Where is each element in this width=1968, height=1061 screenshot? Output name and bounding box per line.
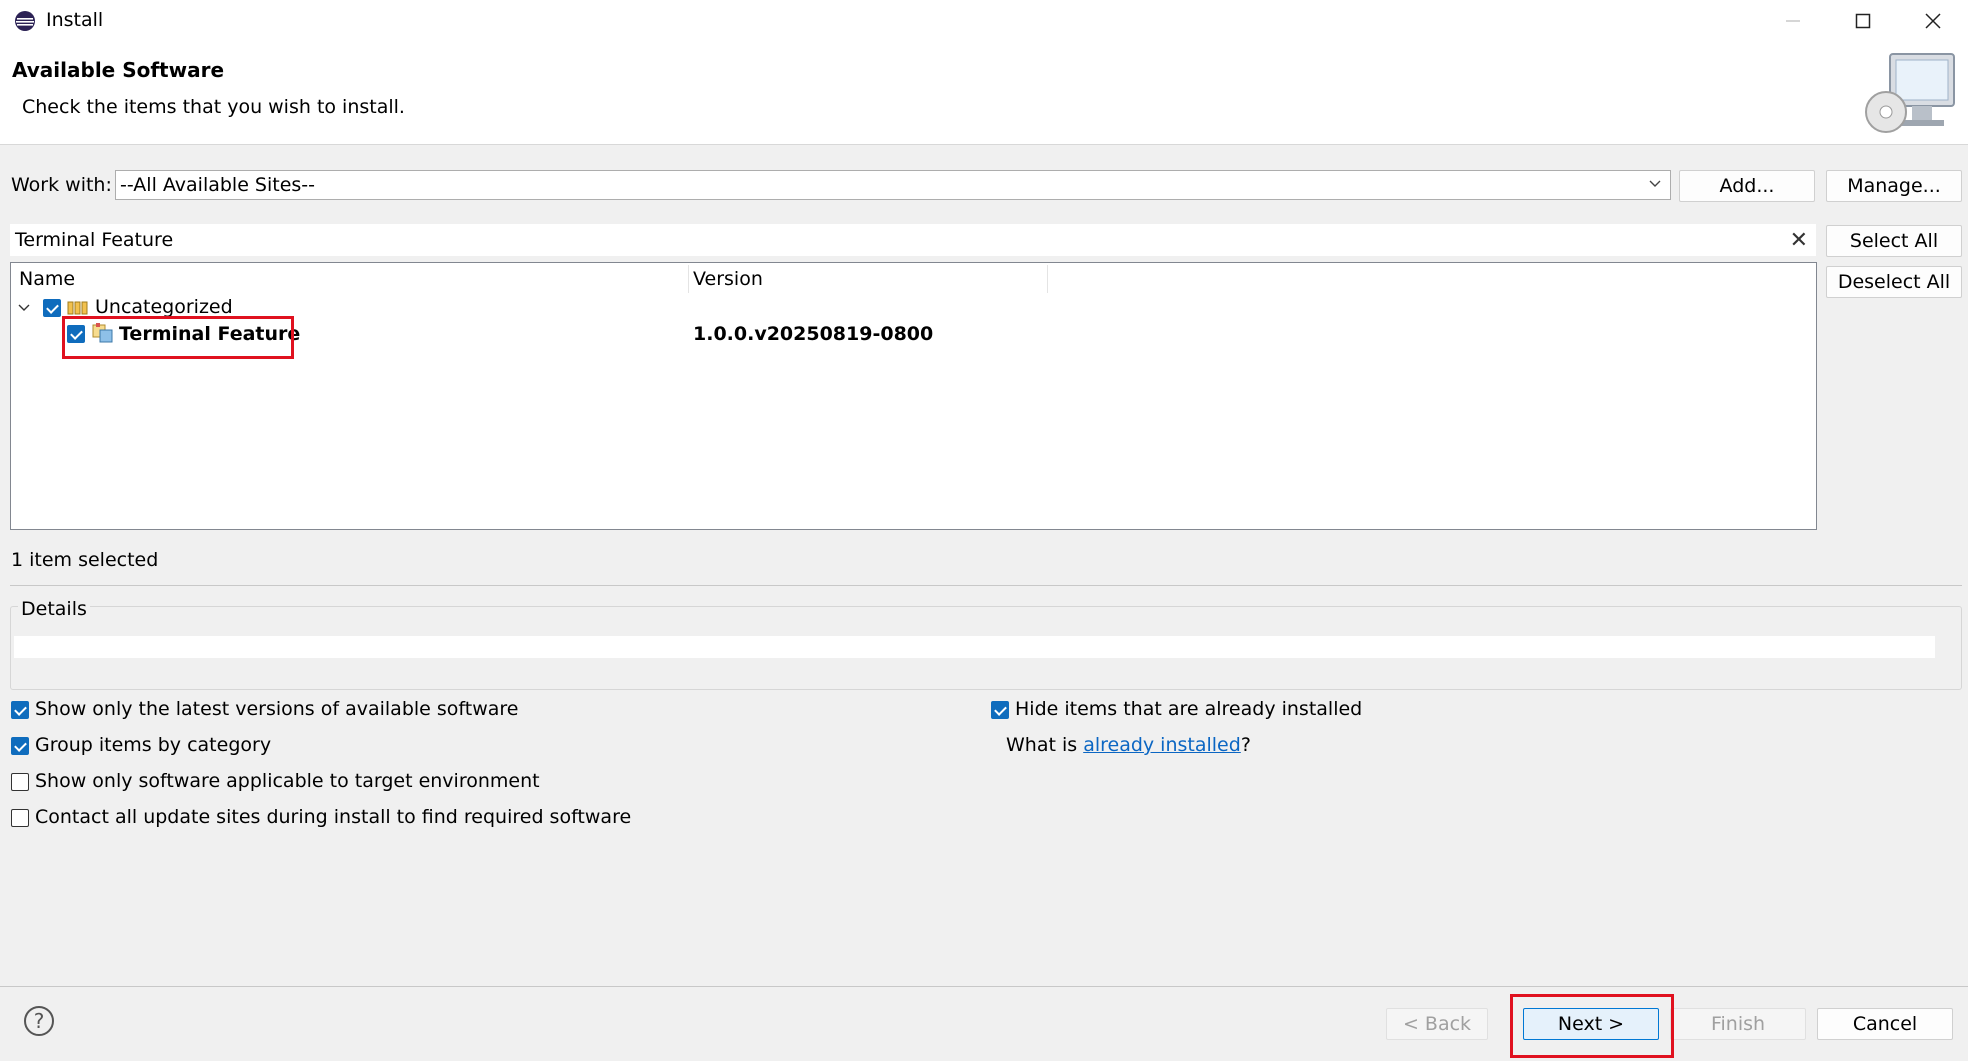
close-button[interactable] [1898,0,1968,42]
finish-button[interactable]: Finish [1670,1008,1806,1040]
what-is-suffix: ? [1240,734,1251,756]
column-header-version[interactable]: Version [693,268,763,290]
help-icon[interactable]: ? [24,1006,54,1036]
details-text-area[interactable] [14,636,1935,658]
page-title: Available Software [12,58,225,82]
selection-status: 1 item selected [11,549,159,571]
checkbox-target-environment[interactable] [11,773,29,791]
maximize-button[interactable] [1828,0,1898,42]
what-is-installed-text: What is already installed? [1006,734,1251,756]
work-with-combo[interactable]: --All Available Sites-- [115,170,1671,200]
maximize-icon [1855,13,1871,29]
column-divider[interactable] [688,265,689,293]
window-title: Install [46,9,104,31]
close-icon [1925,13,1941,29]
work-with-label: Work with: [11,174,112,196]
column-divider[interactable] [1047,265,1048,293]
contact-sites-label[interactable]: Contact all update sites during install … [35,806,631,828]
what-is-prefix: What is [1006,734,1084,756]
category-icon [67,301,88,315]
eclipse-icon [15,11,35,31]
install-computer-icon [1865,53,1955,133]
latest-versions-label[interactable]: Show only the latest versions of availab… [35,698,518,720]
chevron-down-icon[interactable] [17,301,31,315]
details-label: Details [18,598,90,620]
column-header-name[interactable]: Name [19,268,75,290]
tree-row-version: 1.0.0.v20250819-0800 [693,323,934,345]
minimize-icon [1786,20,1800,22]
minimize-button[interactable] [1758,0,1828,42]
deselect-all-button[interactable]: Deselect All [1826,266,1962,298]
select-all-button[interactable]: Select All [1826,225,1962,257]
filter-text: Terminal Feature [15,229,174,251]
work-with-value: --All Available Sites-- [120,174,316,196]
target-environment-label[interactable]: Show only software applicable to target … [35,770,540,792]
manage-button[interactable]: Manage... [1826,170,1962,202]
already-installed-link[interactable]: already installed [1083,734,1241,756]
chevron-down-icon[interactable] [1648,177,1662,191]
checkbox-latest-versions[interactable] [11,701,29,719]
hide-installed-label[interactable]: Hide items that are already installed [1015,698,1362,720]
highlight-box [1510,994,1674,1058]
checkbox-uncategorized[interactable] [43,299,61,317]
separator [10,585,1962,586]
tree-row-label[interactable]: Uncategorized [95,296,233,318]
back-button[interactable]: < Back [1386,1008,1488,1040]
highlight-box [62,316,294,359]
software-tree[interactable]: Name Version Uncategorized Terminal Feat… [10,262,1817,530]
wizard-header [0,42,1968,145]
clear-icon[interactable]: ✕ [1790,228,1808,253]
title-bar [0,0,1968,42]
checkbox-contact-sites[interactable] [11,809,29,827]
add-button[interactable]: Add... [1679,170,1815,202]
cancel-button[interactable]: Cancel [1817,1008,1953,1040]
checkbox-group-by-category[interactable] [11,737,29,755]
filter-input[interactable]: Terminal Feature ✕ [10,224,1816,256]
page-description: Check the items that you wish to install… [22,96,405,118]
checkbox-hide-installed[interactable] [991,701,1009,719]
group-by-category-label[interactable]: Group items by category [35,734,271,756]
separator [0,986,1968,987]
